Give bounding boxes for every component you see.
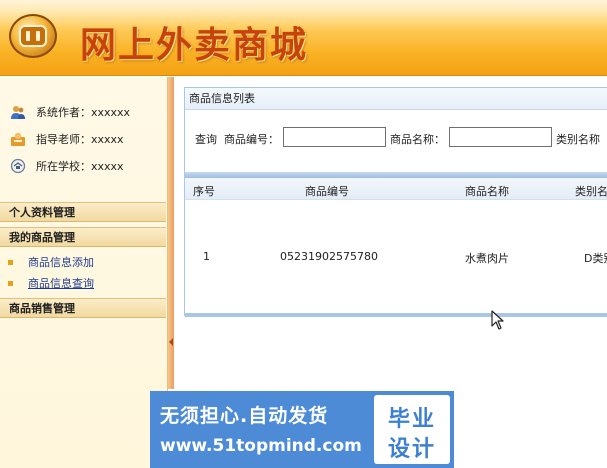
- site-logo-icon: [9, 14, 57, 58]
- panel-title: 商品信息列表: [185, 88, 607, 110]
- section-product-management[interactable]: 我的商品管理: [0, 227, 166, 247]
- product-list-panel: 商品信息列表 查询 商品编号： 商品名称： 类别名称 序号 商品编号 商品名称 …: [184, 87, 607, 317]
- watermark-slogan: 无须担心.自动发货: [160, 405, 329, 427]
- sidebar: 系统作者：xxxxxx 指导老师：xxxxx 所在学校：xxxxx 个人资料管理…: [0, 77, 168, 468]
- product-code-label: 商品编号：: [224, 133, 279, 146]
- watermark-url: www.51topmind.com: [160, 436, 362, 456]
- col-header-category: 类别名: [575, 185, 607, 198]
- mouse-cursor-icon: [491, 310, 504, 330]
- teacher-icon: [10, 131, 26, 147]
- watermark-badge: 毕业 设计: [374, 395, 450, 464]
- query-product-link[interactable]: 商品信息查询: [28, 275, 94, 291]
- bullet-icon: [8, 280, 13, 286]
- bullet-icon: [8, 259, 13, 265]
- grid-bottom-border: [185, 313, 607, 317]
- teacher-info: 指导老师：xxxxx: [10, 130, 124, 148]
- section-profile-management[interactable]: 个人资料管理: [0, 202, 166, 222]
- search-form: 查询 商品编号： 商品名称： 类别名称: [185, 111, 607, 171]
- col-header-product-name: 商品名称: [465, 185, 509, 198]
- author-info: 系统作者：xxxxxx: [10, 103, 130, 121]
- teacher-label: 指导老师：xxxxx: [36, 133, 124, 146]
- category-name-label: 类别名称: [556, 133, 600, 146]
- query-label: 查询: [195, 133, 217, 146]
- cell-product-code: 05231902575780: [280, 250, 378, 263]
- header-banner: 网上外卖商城: [0, 0, 607, 76]
- grid-header: 序号 商品编号 商品名称 类别名: [185, 178, 607, 200]
- cell-category: D类别: [584, 252, 607, 265]
- col-header-index: 序号: [193, 185, 215, 198]
- menu-item-query-product[interactable]: 商品信息查询: [8, 275, 94, 291]
- add-product-link[interactable]: 商品信息添加: [28, 254, 94, 270]
- badge-text-top: 毕业: [388, 407, 437, 432]
- menu-item-add-product[interactable]: 商品信息添加: [8, 254, 94, 270]
- school-label: 所在学校：xxxxx: [36, 160, 124, 173]
- author-label: 系统作者：xxxxxx: [36, 106, 131, 119]
- cell-product-name: 水煮肉片: [465, 252, 509, 265]
- badge-text-bottom: 设计: [388, 437, 437, 462]
- cell-index: 1: [203, 250, 210, 263]
- school-info: 所在学校：xxxxx: [10, 157, 124, 175]
- product-code-input[interactable]: [283, 127, 386, 147]
- section-sales-management[interactable]: 商品销售管理: [0, 298, 166, 318]
- collapse-arrow-icon[interactable]: [169, 338, 173, 346]
- product-name-input[interactable]: [449, 127, 552, 147]
- watermark-banner: 无须担心.自动发货 www.51topmind.com 毕业 设计: [150, 391, 454, 468]
- col-header-product-code: 商品编号: [305, 185, 349, 198]
- product-name-label: 商品名称：: [390, 133, 445, 146]
- school-icon: [10, 158, 26, 174]
- users-icon: [10, 104, 26, 120]
- site-title: 网上外卖商城: [80, 24, 309, 66]
